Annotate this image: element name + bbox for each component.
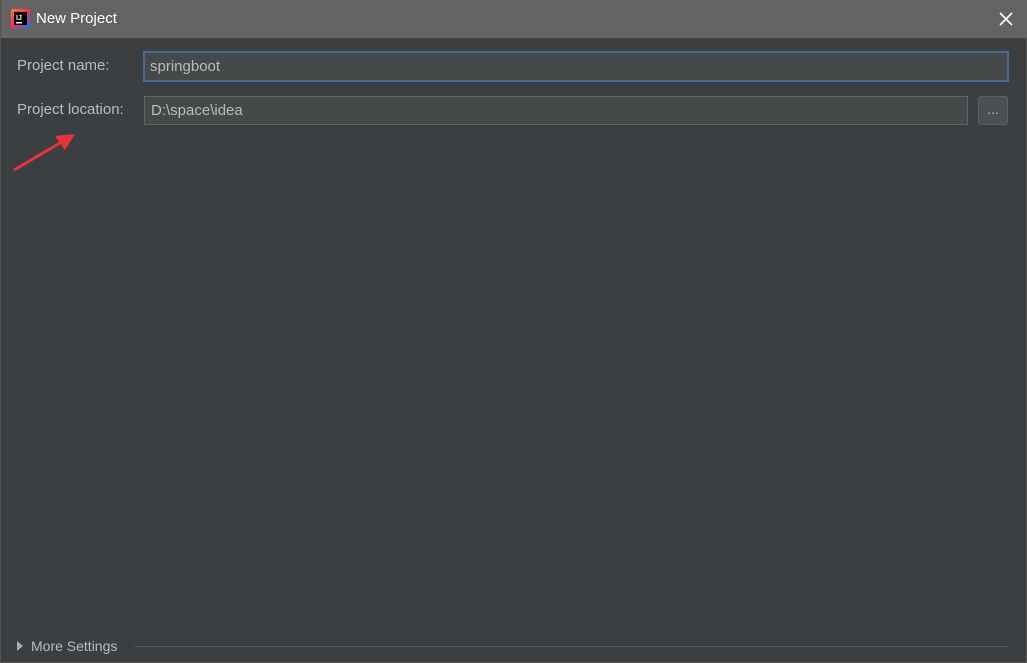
project-location-label: Project location: <box>17 101 124 118</box>
project-name-input[interactable] <box>143 51 1009 82</box>
close-icon[interactable] <box>996 9 1016 29</box>
project-name-label: Project name: <box>17 57 110 74</box>
window-title: New Project <box>36 10 117 27</box>
more-settings-toggle[interactable]: More Settings <box>17 638 117 654</box>
annotation-arrow <box>13 134 75 172</box>
intellij-idea-icon: IJ <box>11 9 30 28</box>
title-bar[interactable]: IJ New Project <box>1 0 1027 38</box>
browse-button[interactable]: ... <box>978 96 1008 125</box>
dialog-content: Project name: Project location: ... More… <box>1 38 1026 663</box>
new-project-dialog: IJ New Project Project name: Project loc… <box>0 0 1027 663</box>
project-location-input[interactable] <box>144 96 968 125</box>
triangle-right-icon <box>17 641 23 651</box>
more-settings-label: More Settings <box>31 638 118 654</box>
svg-text:IJ: IJ <box>16 15 22 22</box>
divider <box>134 646 1008 647</box>
